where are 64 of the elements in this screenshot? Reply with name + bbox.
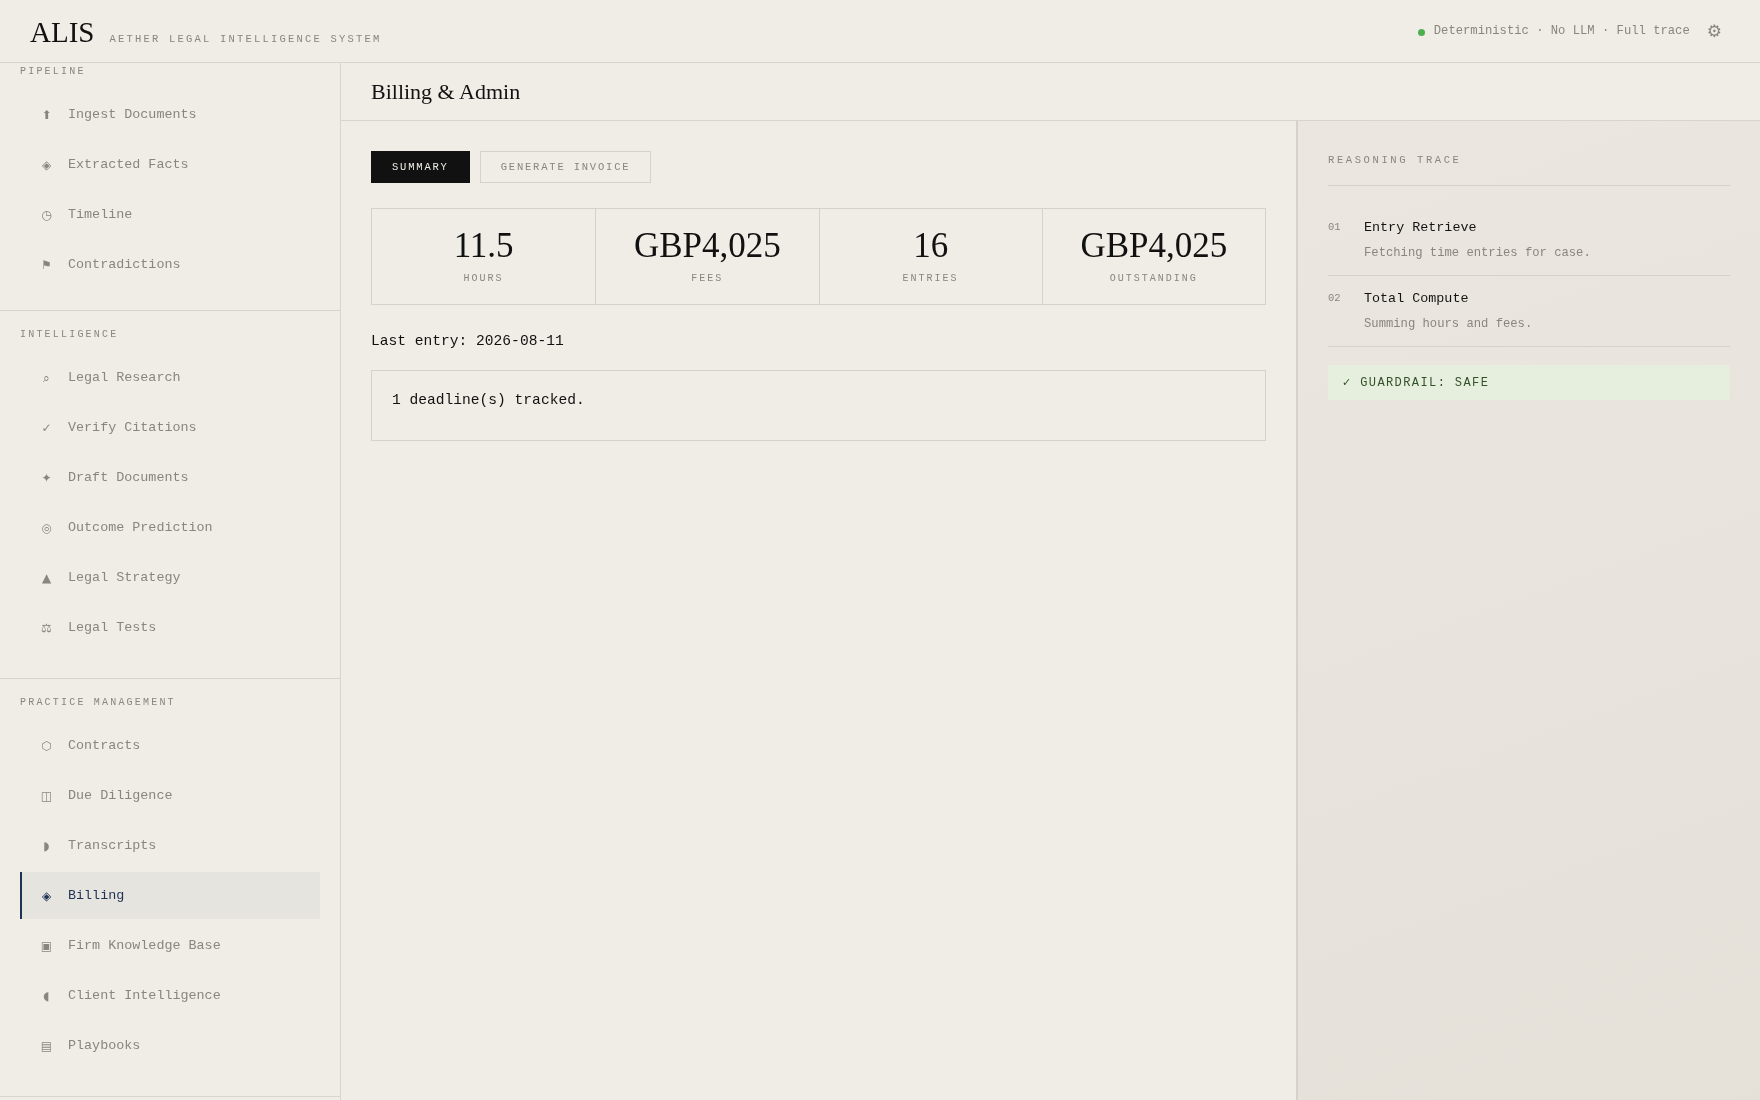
check-icon: ✓ [40,420,53,435]
lined-square-icon: ▤ [40,1038,53,1053]
step-number: 01 [1328,221,1341,233]
stat-value: GBP4,025 [1080,228,1228,264]
sidebar-item[interactable]: ⚑ Contradictions [20,241,320,288]
sparkle-icon: ✦ [40,470,53,485]
stat-label: HOURS [463,273,504,285]
tab[interactable]: GENERATE INVOICE [479,151,652,183]
diamond-icon: ◈ [40,157,53,172]
scales-icon: ⚖ [40,620,53,635]
filled-square-icon: ▣ [40,938,53,953]
sidebar-item[interactable]: ◎ Outcome Prediction [20,504,320,551]
sidebar-item[interactable]: ⌕ Legal Research [20,354,320,401]
page-title: Billing & Admin [371,78,521,105]
sidebar-item[interactable]: ◈ Extracted Facts [20,141,320,188]
check-icon: ✓ [1342,376,1352,389]
half-circle-icon: ◗ [40,838,53,853]
half-circle-icon: ◖ [40,988,53,1003]
stat-value: GBP4,025 [633,228,781,264]
sidebar-item[interactable]: ◷ Timeline [20,191,320,238]
sidebar-item[interactable]: ⚖ Legal Tests [20,604,320,651]
search-icon: ⌕ [40,370,53,385]
app-logo: ALIS [30,15,95,49]
sidebar-item[interactable]: ⬡ Contracts [20,722,320,769]
stat-label: ENTRIES [902,273,959,285]
guardrail-status: GUARDRAIL: SAFE [1360,375,1490,390]
section-label: INTELLIGENCE [20,329,119,340]
stat-value: 16 [913,228,949,264]
sidebar-item[interactable]: ◈ Billing [20,872,320,919]
step-title: Total Compute [1364,291,1469,306]
sidebar-item[interactable]: ▲ Legal Strategy [20,554,320,601]
sidebar-item[interactable]: ✓ Verify Citations [20,404,320,451]
clock-icon: ◷ [40,207,53,222]
step-title: Entry Retrieve [1364,220,1477,235]
step-description: Summing hours and fees. [1364,317,1533,331]
step-description: Fetching time entries for case. [1364,246,1591,260]
tab[interactable]: SUMMARY [371,151,470,183]
sidebar-item[interactable]: ✦ Draft Documents [20,454,320,501]
sidebar-item[interactable]: ◖ Client Intelligence [20,972,320,1019]
stat-value: 11.5 [453,228,514,264]
last-entry-text: Last entry: 2026-08-11 [371,333,564,349]
stat-label: FEES [691,273,724,285]
sidebar-item[interactable]: ◫ Due Diligence [20,772,320,819]
sidebar-item[interactable]: ◗ Transcripts [20,822,320,869]
section-label: PRACTICE MANAGEMENT [20,697,176,708]
status-dot-icon [1417,28,1425,36]
app-subtitle: AETHER LEGAL INTELLIGENCE SYSTEM [109,33,382,45]
step-number: 02 [1328,292,1341,304]
notice-text: 1 deadline(s) tracked. [392,392,585,408]
diamond-icon: ◈ [40,888,53,903]
sidebar-item[interactable]: ⬆ Ingest Documents [20,91,320,138]
triangle-icon: ▲ [40,570,53,585]
sidebar-item[interactable]: ▤ Playbooks [20,1022,320,1069]
sidebar-item[interactable]: ▣ Firm Knowledge Base [20,922,320,969]
target-icon: ◎ [40,520,53,535]
split-square-icon: ◫ [40,788,53,803]
hexagon-icon: ⬡ [40,738,53,753]
mode-status-text: Deterministic · No LLM · Full trace [1433,24,1690,38]
flag-icon: ⚑ [40,257,53,272]
section-label: PIPELINE [20,66,86,77]
trace-heading: REASONING TRACE [1328,154,1462,166]
stat-label: OUTSTANDING [1109,273,1198,285]
upload-arrow-icon: ⬆ [40,107,53,122]
settings-icon[interactable]: ⚙ [1706,22,1722,40]
